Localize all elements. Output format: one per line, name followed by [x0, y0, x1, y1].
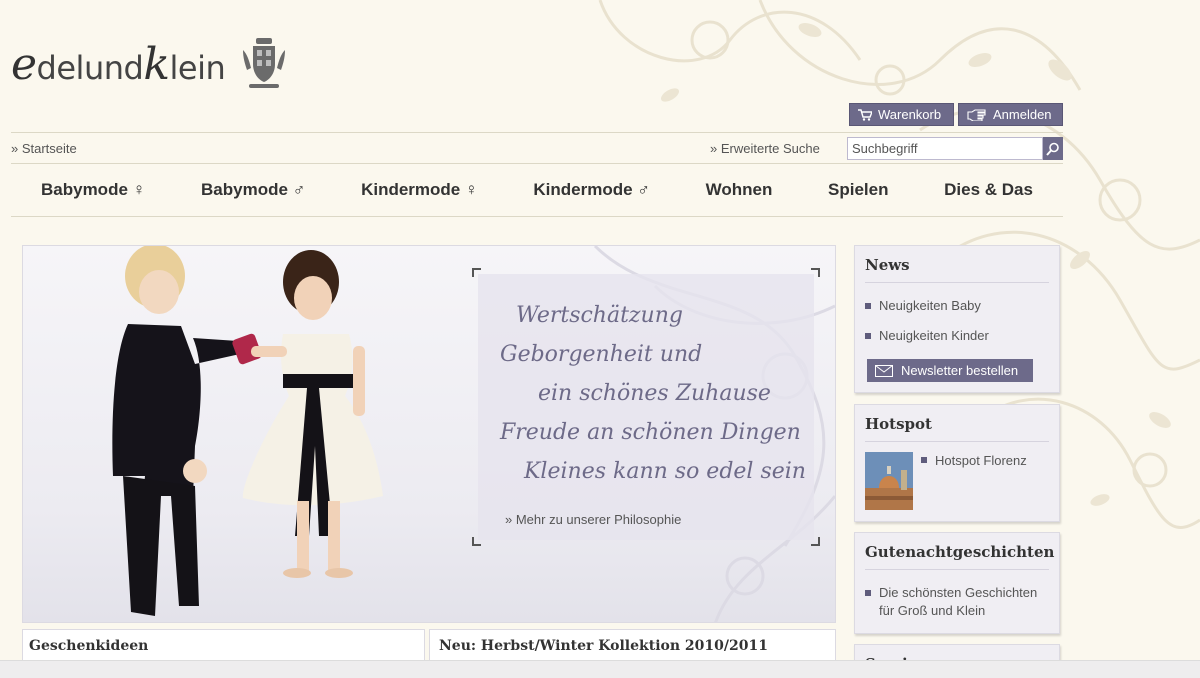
advanced-search-link[interactable]: » Erweiterte Suche: [710, 141, 820, 156]
stories-list: Die schönsten Geschichten für Groß und K…: [865, 578, 1049, 626]
site-logo[interactable]: edelundklein: [11, 28, 287, 100]
browser-status-bar: [0, 660, 1200, 678]
philosophy-link[interactable]: » Mehr zu unserer Philosophie: [505, 512, 681, 527]
hotspot-box: Hotspot Hotspot Florenz: [854, 404, 1060, 522]
hotspot-body: Hotspot Florenz: [865, 452, 1049, 510]
search-icon: [1046, 142, 1059, 156]
breadcrumb-home-link[interactable]: » Startseite: [11, 141, 77, 156]
quote-line: ein schönes Zuhause: [538, 381, 771, 406]
login-label: Anmelden: [993, 107, 1052, 122]
nav-kindermode-boys[interactable]: Kindermode ♂: [533, 180, 650, 200]
search-input[interactable]: [847, 137, 1043, 160]
page-container: edelundklein Warenkorb Anmelden » Starts…: [11, 0, 1063, 678]
hotspot-link-florenz[interactable]: Hotspot Florenz: [921, 452, 1027, 476]
new-collection-title: Neu: Herbst/Winter Kollektion 2010/2011: [439, 638, 768, 654]
pointing-hand-icon: [967, 108, 986, 121]
cart-button[interactable]: Warenkorb: [849, 103, 954, 126]
news-box: News Neuigkeiten Baby Neuigkeiten Kinder…: [854, 245, 1060, 393]
newsletter-button[interactable]: Newsletter bestellen: [867, 359, 1033, 382]
florence-thumbnail[interactable]: [865, 452, 913, 510]
logo-wordmark: edelundklein: [11, 38, 226, 90]
main-navigation: Babymode ♀ Babymode ♂ Kindermode ♀ Kinde…: [11, 164, 1063, 216]
hotspot-list: Hotspot Florenz: [921, 452, 1027, 510]
quote-line: Freude an schönen Dingen: [500, 420, 801, 445]
newsletter-label: Newsletter bestellen: [901, 363, 1019, 378]
quote-line: Geborgenheit und: [500, 342, 703, 367]
frame-corner: [811, 268, 820, 277]
quote-line: Wertschätzung: [516, 303, 683, 328]
login-button[interactable]: Anmelden: [958, 103, 1063, 126]
news-list: Neuigkeiten Baby Neuigkeiten Kinder: [865, 291, 1049, 351]
quote-text: Wertschätzung Geborgenheit und ein schön…: [498, 296, 806, 491]
stories-link[interactable]: Die schönsten Geschichten für Groß und K…: [865, 578, 1049, 626]
stories-title: Gutenachtgeschichten: [865, 543, 1054, 570]
nav-babymode-boys[interactable]: Babymode ♂: [201, 180, 305, 200]
nav-wohnen[interactable]: Wohnen: [706, 180, 773, 200]
nav-bottom-divider: [11, 216, 1063, 217]
frame-corner: [472, 268, 481, 277]
frame-corner: [472, 537, 481, 546]
crest-icon: [243, 38, 286, 88]
envelope-icon: [875, 364, 893, 377]
quote-line: Kleines kann so edel sein: [524, 459, 806, 484]
gift-ideas-title: Geschenkideen: [29, 638, 149, 654]
news-link-kinder[interactable]: Neuigkeiten Kinder: [865, 321, 1049, 351]
search-button[interactable]: [1043, 137, 1063, 160]
hotspot-title: Hotspot: [865, 415, 1049, 442]
nav-kindermode-girls[interactable]: Kindermode ♀: [361, 180, 478, 200]
nav-dies-und-das[interactable]: Dies & Das: [944, 180, 1033, 200]
news-title: News: [865, 256, 1049, 283]
cart-label: Warenkorb: [878, 107, 942, 122]
header-divider: [11, 132, 1063, 133]
cart-icon: [858, 108, 872, 121]
nav-spielen[interactable]: Spielen: [828, 180, 888, 200]
bedtime-stories-box: Gutenachtgeschichten Die schönsten Gesch…: [854, 532, 1060, 634]
children-photo: [112, 246, 383, 616]
hero-banner[interactable]: Wertschätzung Geborgenheit und ein schön…: [22, 245, 836, 623]
philosophy-quote-box: Wertschätzung Geborgenheit und ein schön…: [472, 268, 820, 546]
frame-corner: [811, 537, 820, 546]
nav-babymode-girls[interactable]: Babymode ♀: [41, 180, 145, 200]
news-link-baby[interactable]: Neuigkeiten Baby: [865, 291, 1049, 321]
